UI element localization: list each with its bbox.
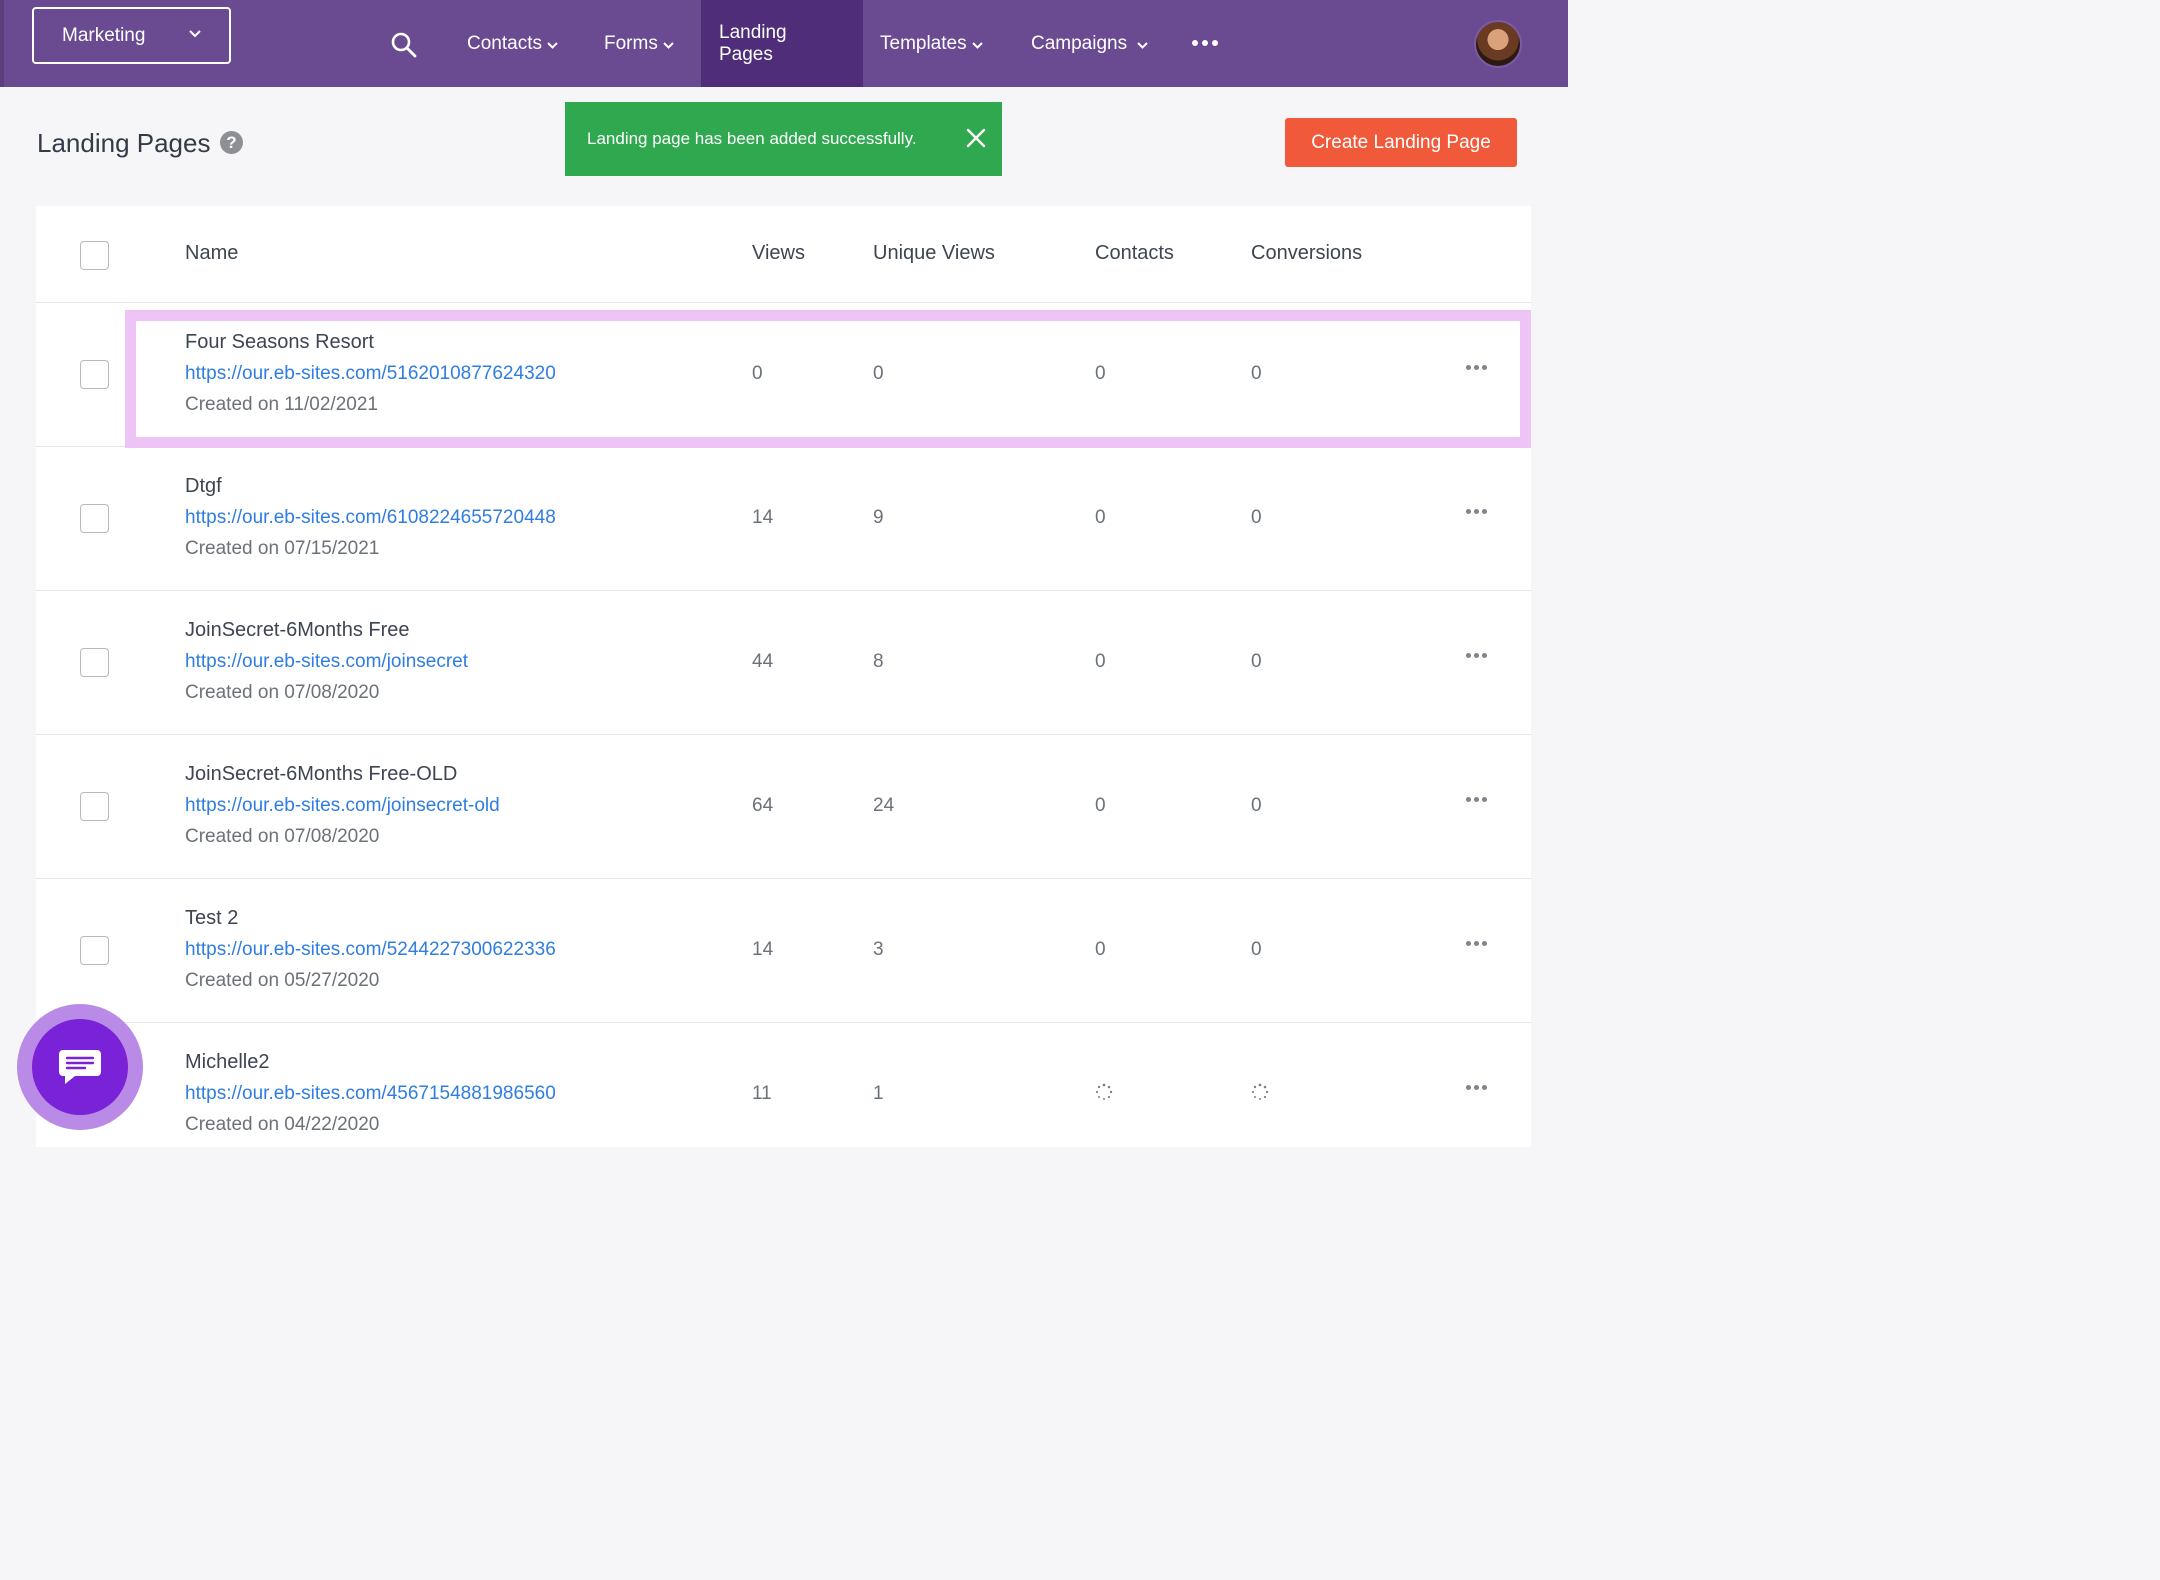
chevron-down-icon — [189, 30, 201, 38]
created-date: Created on 07/08/2020 — [185, 826, 380, 847]
table-row[interactable]: Michelle2 https://our.eb-sites.com/45671… — [36, 1023, 1531, 1166]
nav-left-edge — [0, 0, 4, 87]
page-name: JoinSecret-6Months Free-OLD — [185, 763, 458, 785]
toast-message: Landing page has been added successfully… — [587, 129, 917, 148]
row-actions-more-icon[interactable] — [1466, 653, 1487, 658]
landing-pages-table: Name Views Unique Views Contacts Convers… — [36, 206, 1531, 1147]
loading-spinner-icon — [1095, 1083, 1113, 1100]
page-name: Dtgf — [185, 475, 222, 497]
nav-templates-label: Templates — [880, 32, 967, 54]
column-header-contacts[interactable]: Contacts — [1095, 242, 1174, 265]
nav-campaigns[interactable]: Campaigns — [1031, 0, 1148, 87]
page-url-link[interactable]: https://our.eb-sites.com/516201087762432… — [185, 363, 556, 385]
page-title: Landing Pages — [37, 128, 211, 158]
views-value: 0 — [752, 363, 763, 384]
row-checkbox[interactable] — [80, 360, 109, 389]
unique-views-value: 3 — [873, 939, 884, 960]
column-header-unique-views[interactable]: Unique Views — [873, 242, 995, 265]
conversions-value: 0 — [1251, 939, 1262, 960]
nav-forms-label: Forms — [604, 32, 658, 54]
help-icon[interactable]: ? — [220, 131, 243, 154]
page-name: Test 2 — [185, 907, 239, 929]
success-toast: Landing page has been added successfully… — [565, 102, 1002, 176]
page-name: JoinSecret-6Months Free — [185, 619, 410, 641]
row-actions-more-icon[interactable] — [1466, 941, 1487, 946]
row-actions-more-icon[interactable] — [1466, 365, 1487, 370]
row-actions-more-icon[interactable] — [1466, 509, 1487, 514]
views-value: 14 — [752, 507, 774, 528]
select-all-checkbox[interactable] — [80, 241, 109, 270]
table-row[interactable]: JoinSecret-6Months Free-OLD https://our.… — [36, 735, 1531, 879]
contacts-value: 0 — [1095, 795, 1106, 816]
conversions-value: 0 — [1251, 651, 1262, 672]
unique-views-value: 9 — [873, 507, 884, 528]
page-url-link[interactable]: https://our.eb-sites.com/joinsecret-old — [185, 795, 500, 817]
nav-contacts[interactable]: Contacts — [467, 0, 558, 87]
contacts-value: 0 — [1095, 363, 1106, 384]
page-url-link[interactable]: https://our.eb-sites.com/610822465572044… — [185, 507, 556, 529]
conversions-value: 0 — [1251, 363, 1262, 384]
unique-views-value: 1 — [873, 1083, 884, 1104]
unique-views-value: 8 — [873, 651, 884, 672]
column-header-name[interactable]: Name — [185, 242, 238, 265]
nav-contacts-label: Contacts — [467, 32, 542, 54]
create-landing-page-button[interactable]: Create Landing Page — [1285, 118, 1517, 167]
nav-landing-pages[interactable]: Landing Pages — [701, 0, 863, 87]
nav-landing-pages-label: Landing Pages — [719, 21, 787, 65]
page-name: Michelle2 — [185, 1051, 270, 1073]
table-header: Name Views Unique Views Contacts Convers… — [36, 206, 1531, 303]
row-checkbox[interactable] — [80, 648, 109, 677]
row-checkbox[interactable] — [80, 792, 109, 821]
chevron-down-icon — [663, 41, 674, 49]
workspace-label: Marketing — [62, 24, 146, 46]
page-url-link[interactable]: https://our.eb-sites.com/joinsecret — [185, 651, 468, 673]
nav-campaigns-label: Campaigns — [1031, 32, 1128, 54]
table-row[interactable]: Dtgf https://our.eb-sites.com/6108224655… — [36, 447, 1531, 591]
conversions-value: 0 — [1251, 795, 1262, 816]
chat-icon — [59, 1050, 101, 1084]
top-navigation: Marketing Contacts Forms Landing Pages T… — [0, 0, 1568, 87]
page-name: Four Seasons Resort — [185, 331, 374, 353]
conversions-value: 0 — [1251, 507, 1262, 528]
row-actions-more-icon[interactable] — [1466, 1085, 1487, 1090]
more-horizontal-icon[interactable] — [1192, 40, 1218, 46]
search-icon[interactable] — [390, 31, 418, 59]
views-value: 44 — [752, 651, 774, 672]
table-row[interactable]: Four Seasons Resort https://our.eb-sites… — [36, 303, 1531, 447]
nav-forms[interactable]: Forms — [604, 0, 674, 87]
loading-spinner-icon — [1251, 1083, 1269, 1100]
row-checkbox[interactable] — [80, 936, 109, 965]
avatar[interactable] — [1474, 20, 1522, 68]
created-date: Created on 07/15/2021 — [185, 538, 380, 559]
column-header-views[interactable]: Views — [752, 242, 805, 265]
unique-views-value: 0 — [873, 363, 884, 384]
views-value: 11 — [752, 1083, 772, 1104]
page-url-link[interactable]: https://our.eb-sites.com/524422730062233… — [185, 939, 556, 961]
chat-launcher-inner — [32, 1019, 128, 1115]
contacts-value: 0 — [1095, 939, 1106, 960]
column-header-conversions[interactable]: Conversions — [1251, 242, 1362, 265]
nav-templates[interactable]: Templates — [880, 0, 983, 87]
row-actions-more-icon[interactable] — [1466, 797, 1487, 802]
created-date: Created on 11/02/2021 — [185, 394, 378, 415]
close-icon[interactable] — [964, 126, 988, 150]
created-date: Created on 05/27/2020 — [185, 970, 380, 991]
created-date: Created on 04/22/2020 — [185, 1114, 380, 1135]
views-value: 64 — [752, 795, 774, 816]
row-checkbox[interactable] — [80, 504, 109, 533]
chat-launcher-button[interactable] — [17, 1004, 143, 1130]
chevron-down-icon — [1137, 41, 1148, 49]
contacts-value: 0 — [1095, 507, 1106, 528]
views-value: 14 — [752, 939, 774, 960]
workspace-selector[interactable]: Marketing — [32, 7, 231, 64]
created-date: Created on 07/08/2020 — [185, 682, 380, 703]
page-url-link[interactable]: https://our.eb-sites.com/456715488198656… — [185, 1083, 556, 1105]
table-row[interactable]: Test 2 https://our.eb-sites.com/52442273… — [36, 879, 1531, 1023]
chevron-down-icon — [547, 41, 558, 49]
table-row[interactable]: JoinSecret-6Months Free https://our.eb-s… — [36, 591, 1531, 735]
unique-views-value: 24 — [873, 795, 895, 816]
contacts-value: 0 — [1095, 651, 1106, 672]
chevron-down-icon — [971, 41, 983, 49]
